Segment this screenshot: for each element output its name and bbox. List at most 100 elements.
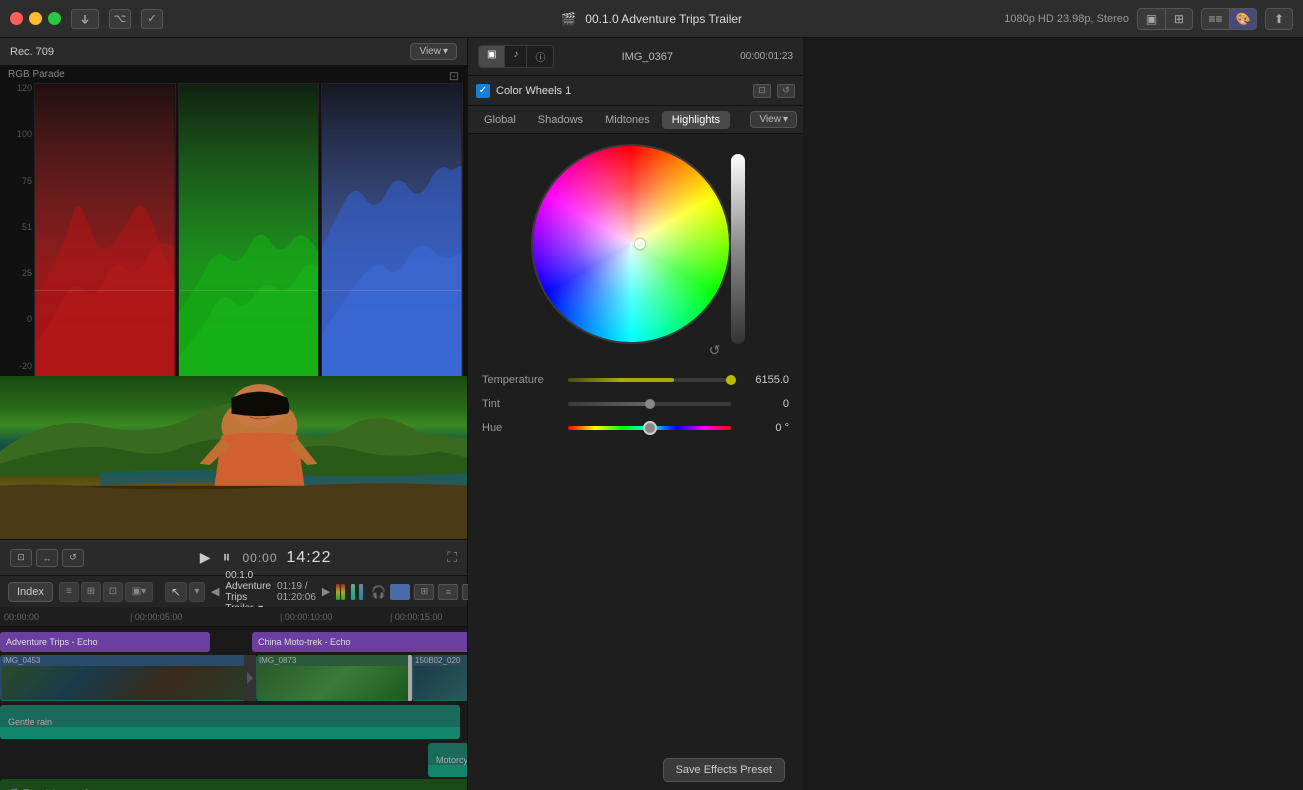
scope-view-btn[interactable]: View ▾ <box>410 43 457 60</box>
tint-row: Tint 0 <box>478 392 793 416</box>
hue-track[interactable] <box>568 426 731 430</box>
save-effects-preset-btn[interactable]: Save Effects Preset <box>663 758 785 782</box>
audio-track-motorcycle[interactable]: Motorcycle <box>428 743 467 777</box>
inspector-audio-btn[interactable]: ♪ <box>505 46 527 67</box>
temperature-value: 6155.0 <box>737 374 789 386</box>
index-btn[interactable]: Index <box>8 582 53 602</box>
transition-arrow-1 <box>247 672 253 684</box>
temperature-track[interactable] <box>568 378 731 382</box>
color-view-btn[interactable]: View ▾ <box>750 111 797 128</box>
rgb-parade: 120 100 75 51 25 0 -20 <box>0 83 467 393</box>
nav-right-icon[interactable]: ▶ <box>322 582 330 602</box>
clip-trim-icon[interactable]: ⊡ <box>10 549 32 567</box>
audio-track-music[interactable]: 🎵 Travel theme v.2 <box>0 779 467 790</box>
view-mode-group: ▣ ⊞ <box>1137 8 1193 30</box>
single-view-btn[interactable]: ▣ <box>1137 8 1165 30</box>
color-wheels-title: Color Wheels 1 <box>496 85 747 97</box>
color-reset-icon[interactable]: ↺ <box>777 84 795 98</box>
inspector-video-btn[interactable]: ▣ <box>479 46 505 67</box>
skimmer-icon[interactable]: ↺ <box>62 549 84 567</box>
meter-bar-r <box>341 584 345 600</box>
traffic-lights <box>10 12 61 25</box>
chevron-down-icon: ▾ <box>443 46 448 57</box>
close-button[interactable] <box>10 12 23 25</box>
audio-tool-btn[interactable]: ≡≡ <box>1201 8 1229 30</box>
check-icon[interactable]: ✓ <box>141 9 163 29</box>
color-wheel-container: ↺ <box>531 144 741 354</box>
tracks-area: Adventure Trips - Echo China Moto-trek -… <box>0 627 467 790</box>
project-title: 00.1.0 Adventure Trips Trailer <box>585 12 742 26</box>
tab-shadows[interactable]: Shadows <box>528 111 593 129</box>
timeline-color-btn[interactable] <box>390 584 410 600</box>
clip-img0453[interactable]: IMG_0453 <box>0 655 246 701</box>
clip-height-icon[interactable]: ▣▾ <box>125 582 153 602</box>
download-icon[interactable] <box>71 9 99 29</box>
key-icon[interactable]: ⌥ <box>109 9 131 29</box>
minimize-button[interactable] <box>29 12 42 25</box>
hue-thumb[interactable] <box>643 421 657 435</box>
fullscreen-button[interactable] <box>48 12 61 25</box>
audio-wave-1 <box>0 700 246 701</box>
color-wheel[interactable] <box>531 144 731 344</box>
reset-wheel-btn[interactable]: ↺ <box>709 342 721 359</box>
audio-lane-btn[interactable]: ≡ <box>438 584 458 600</box>
video-info: 1080p HD 23.98p, Stereo <box>1004 13 1129 25</box>
timecode-display: 00:00 14:22 <box>243 549 332 567</box>
tint-thumb[interactable] <box>645 399 655 409</box>
video-icon: 🎬 <box>561 12 576 26</box>
play-btn[interactable]: ▶ <box>200 549 211 566</box>
filmstrip-icon[interactable]: ⊡ <box>103 582 123 602</box>
title-bar-right: 1080p HD 23.98p, Stereo ▣ ⊞ ≡≡ 🎨 ⬆ <box>1004 8 1293 30</box>
stop-btn[interactable]: ⏸ <box>222 549 230 567</box>
ruler-mark-15: | 00:00:15:00 <box>390 612 442 622</box>
headphone-icon[interactable]: 🎧 <box>371 585 386 599</box>
transport-center: ▶ ⏸ 00:00 14:22 <box>92 549 439 567</box>
timeline-timecode: 01:19 / 01:20:06 <box>277 581 316 603</box>
share-btn[interactable]: ⬆ <box>1265 8 1293 30</box>
inspector-info-btn[interactable]: ⓘ <box>527 46 553 67</box>
temperature-row: Temperature 6155.0 <box>478 368 793 392</box>
color-save-icon[interactable]: ⊡ <box>753 84 771 98</box>
blue-channel: Blue <box>321 83 463 389</box>
purple-track-2[interactable]: China Moto-trek - Echo <box>252 632 467 652</box>
scope-header: Rec. 709 View ▾ <box>0 38 467 66</box>
inspector-view-group: ▣ ♪ ⓘ <box>478 45 554 68</box>
tab-highlights[interactable]: Highlights <box>662 111 730 129</box>
clip-layout-btn[interactable]: ⊞ <box>414 584 434 600</box>
tab-global[interactable]: Global <box>474 111 526 129</box>
arrow-tool-icon[interactable]: ↖ <box>165 582 187 602</box>
purple-track-1[interactable]: Adventure Trips - Echo <box>0 632 210 652</box>
main-container: Rec. 709 View ▾ RGB Parade ⊡ 120 100 75 … <box>0 38 1303 790</box>
tile-view-icon[interactable]: ⊞ <box>81 582 101 602</box>
audio-meter <box>336 584 345 600</box>
hue-value: 0 ° <box>737 422 789 434</box>
tab-midtones[interactable]: Midtones <box>595 111 660 129</box>
clip-150b02020[interactable]: 150B02_020 <box>412 655 467 701</box>
grid-view-btn[interactable]: ⊞ <box>1165 8 1193 30</box>
nav-left-icon[interactable]: ◀ <box>211 582 219 602</box>
brightness-slider[interactable] <box>731 154 745 344</box>
audio-wave-3 <box>412 700 467 701</box>
save-btn-container: Save Effects Preset <box>478 750 793 790</box>
red-channel: Red <box>34 83 176 389</box>
zoom-icon[interactable]: ↔ <box>36 549 58 567</box>
temperature-label: Temperature <box>482 374 562 386</box>
tool-chevron-icon[interactable]: ▾ <box>189 582 205 602</box>
clip-img0873[interactable]: IMG_0873 <box>256 655 411 701</box>
audio-track-gentle-rain[interactable]: Gentle rain <box>0 705 460 739</box>
clip-name-display: IMG_0367 <box>560 51 734 63</box>
temperature-thumb[interactable] <box>726 375 736 385</box>
view-chevron-icon: ▾ <box>783 114 788 125</box>
fullscreen-icon[interactable]: ⛶ <box>447 549 457 566</box>
scope-save-icon[interactable]: ⊡ <box>449 69 459 83</box>
tint-track[interactable] <box>568 402 731 406</box>
gap-marker-1 <box>408 655 412 701</box>
meter-bar-g <box>351 584 355 600</box>
tool-select-group: ↖ ▾ <box>165 582 205 602</box>
list-view-icon[interactable]: ≡ <box>59 582 79 602</box>
color-enable-checkbox[interactable]: ✓ <box>476 84 490 98</box>
color-tool-btn[interactable]: 🎨 <box>1229 8 1257 30</box>
audio-wave-2 <box>256 700 411 701</box>
meter-bar-b <box>359 584 363 600</box>
title-bar-title: 🎬 00.1.0 Adventure Trips Trailer <box>561 12 742 26</box>
